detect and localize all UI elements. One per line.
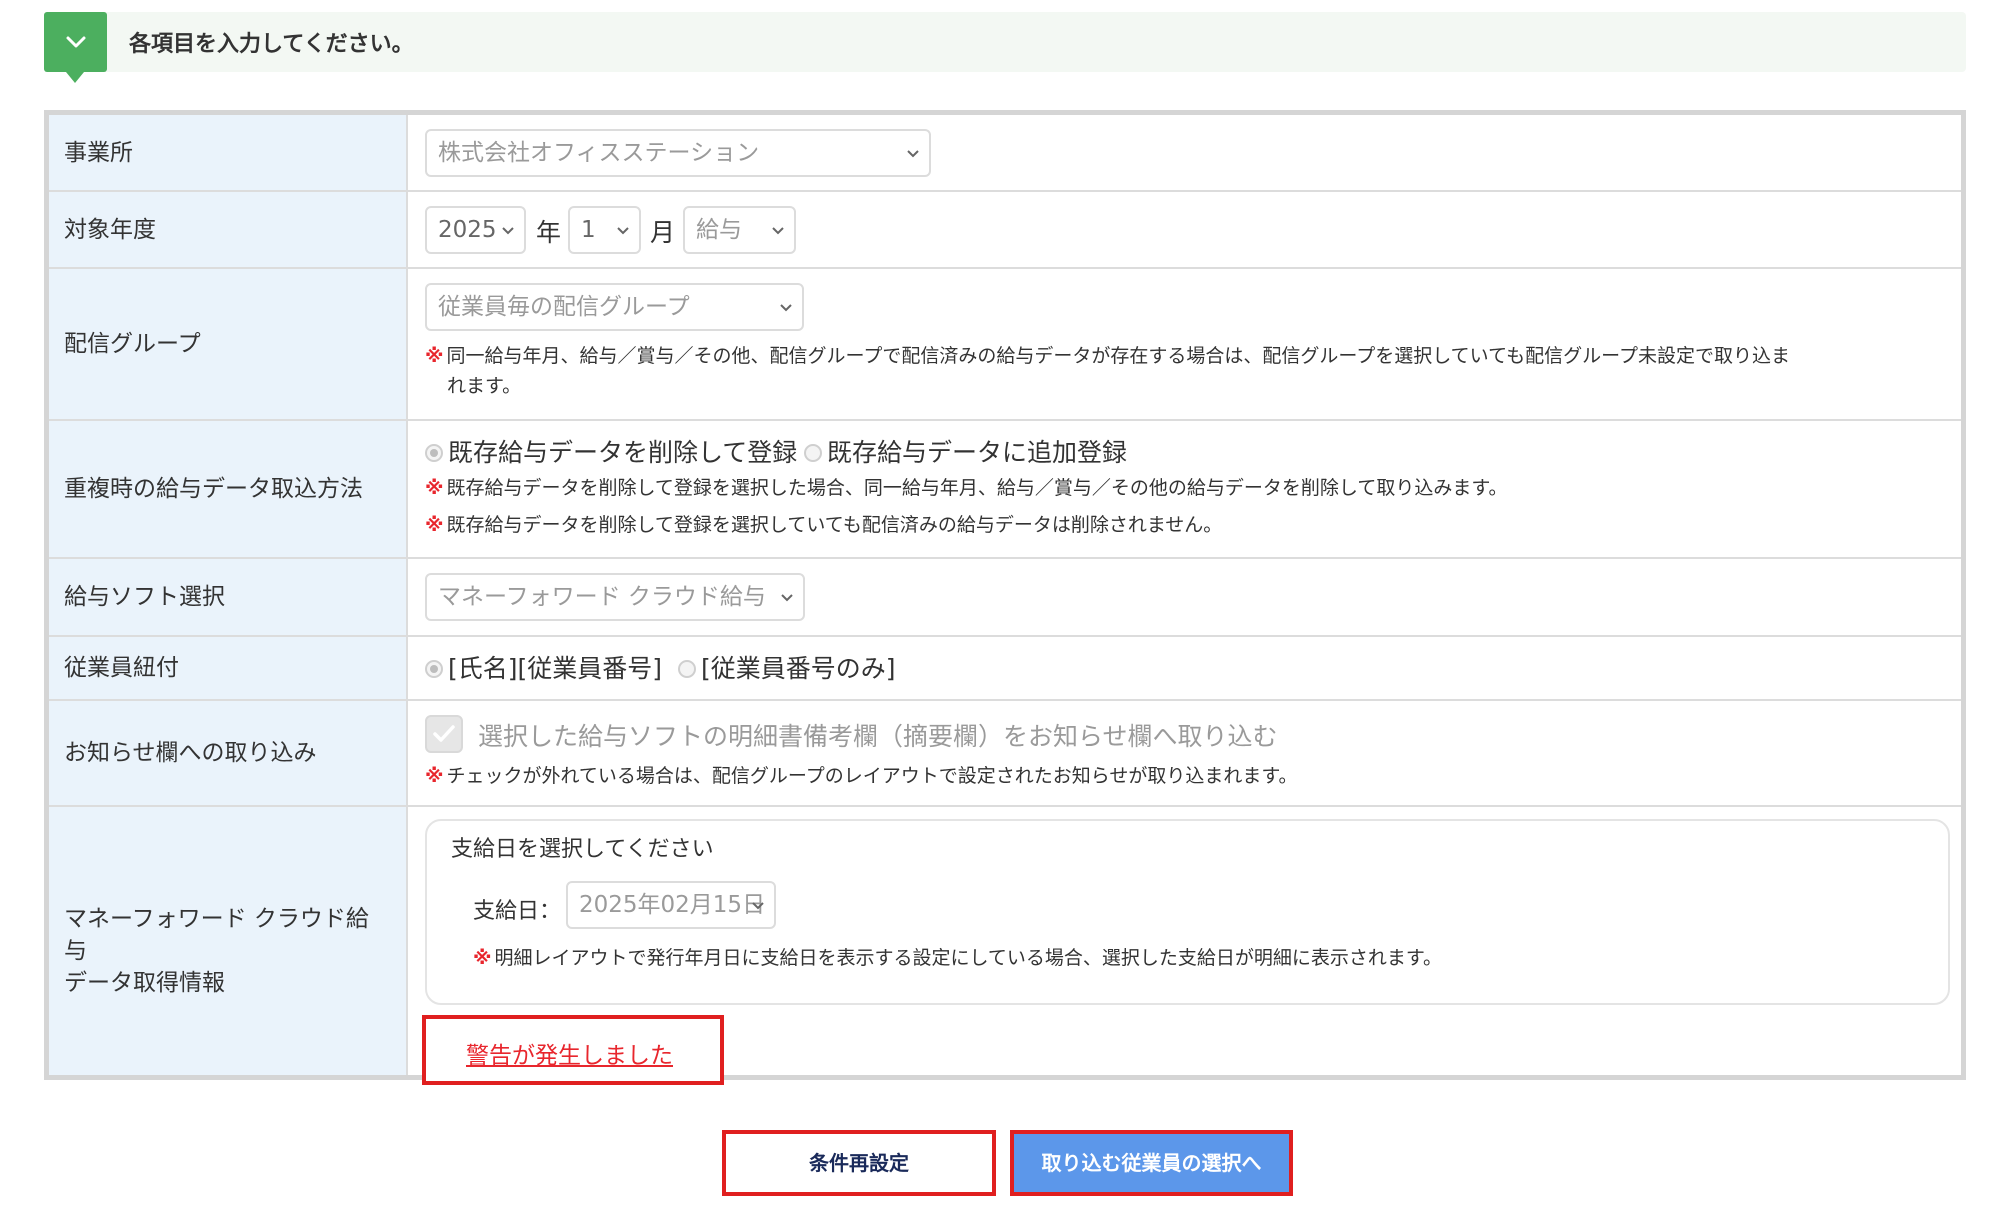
payday-note-text: 明細レイアウトで発行年月日に支給日を表示する設定にしている場合、選択した支給日が…: [494, 947, 1443, 969]
payday-panel: 支給日を選択してください 支給日： 2025年02月15日 ※ 明細レイアウトで発…: [425, 819, 1950, 1005]
notice-import-checkbox[interactable]: [425, 715, 463, 753]
duplicate-method-note-2: ※ 既存給与データを削除して登録を選択していても配信済みの給与データは削除されませ…: [425, 510, 1222, 540]
year-unit: 年: [536, 218, 562, 247]
delivery-group-note-cont: れます。: [447, 375, 522, 397]
chevron-down-icon: [617, 227, 629, 235]
payday-select[interactable]: 2025年02月15日: [566, 881, 776, 929]
checkmark-icon: [433, 725, 455, 742]
payday-label: 支給日：: [473, 899, 562, 924]
instruction-banner: 各項目を入力してください。: [44, 12, 1966, 83]
office-select-value: 株式会社オフィスステーション: [438, 140, 760, 166]
chevron-down-icon: [780, 304, 792, 312]
duplicate-method-note-1-text: 既存給与データを削除して登録を選択した場合、同一給与年月、給与／賞与／その他の給…: [446, 477, 1508, 499]
mf-label-line2: 与: [64, 938, 87, 964]
payday-note: ※ 明細レイアウトで発行年月日に支給日を表示する設定にしている場合、選択した支給日…: [473, 943, 1442, 973]
mf-data-info-cell: 支給日を選択してください 支給日： 2025年02月15日 ※ 明細レイアウトで発…: [410, 807, 1961, 1085]
row-notice-import: お知らせ欄への取り込み 選択した給与ソフトの明細書備考欄（摘要欄）をお知らせ欄へ…: [49, 701, 1961, 807]
note-mark: ※: [425, 477, 444, 499]
chevron-down-icon: [752, 902, 764, 910]
row-delivery-group: 配信グループ 従業員毎の配信グループ ※ 同一給与年月、給与／賞与／その他、配信グ…: [49, 269, 1961, 421]
note-mark: ※: [425, 345, 444, 367]
warning-highlight: 警告が発生しました: [422, 1015, 724, 1085]
radio-delete-and-register[interactable]: [425, 444, 443, 462]
mf-label-line3: データ取得情報: [64, 970, 225, 996]
target-period-label: 対象年度: [49, 192, 408, 267]
chevron-down-icon: [781, 594, 793, 602]
payroll-software-cell: マネーフォワード クラウド給与: [410, 559, 1961, 635]
payroll-software-label: 給与ソフト選択: [49, 559, 408, 635]
office-cell: 株式会社オフィスステーション: [410, 115, 1961, 190]
duplicate-method-cell: 既存給与データを削除して登録 既存給与データに追加登録 ※ 既存給与データを削除し…: [410, 421, 1961, 557]
radio-name-and-number[interactable]: [425, 660, 443, 678]
delivery-group-note-line1: 同一給与年月、給与／賞与／その他、配信グループで配信済みの給与データが存在する場…: [446, 345, 1790, 367]
delivery-group-label: 配信グループ: [49, 269, 408, 419]
radio-name-and-number-label[interactable]: [氏名][従業員番号]: [448, 649, 662, 685]
payroll-software-select[interactable]: マネーフォワード クラウド給与: [425, 573, 805, 621]
month-unit: 月: [650, 218, 676, 247]
banner-pointer: [66, 72, 84, 83]
select-employees-button[interactable]: 取り込む従業員の選択へ: [1010, 1130, 1293, 1196]
month-select-value: 1: [581, 217, 596, 243]
note-mark: ※: [425, 765, 444, 787]
note-mark: ※: [473, 947, 492, 969]
payroll-software-select-value: マネーフォワード クラウド給与: [438, 584, 766, 610]
row-employee-link: 従業員紐付 [氏名][従業員番号] [従業員番号のみ]: [49, 637, 1961, 701]
radio-number-only-label[interactable]: [従業員番号のみ]: [701, 649, 896, 685]
instruction-text: 各項目を入力してください。: [129, 32, 414, 57]
office-label: 事業所: [49, 115, 408, 190]
delivery-group-cell: 従業員毎の配信グループ ※ 同一給与年月、給与／賞与／その他、配信グループで配信済…: [410, 269, 1961, 419]
year-select-value: 2025: [438, 217, 497, 243]
row-duplicate-method: 重複時の給与データ取込方法 既存給与データを削除して登録 既存給与データに追加登…: [49, 421, 1961, 559]
row-target-period: 対象年度 2025 年 1 月 給与: [49, 192, 1961, 269]
import-settings-form: 事業所 株式会社オフィスステーション 対象年度 2025 年 1 月 給与 配信…: [44, 110, 1966, 1085]
row-office: 事業所 株式会社オフィスステーション: [49, 115, 1961, 192]
employee-link-label: 従業員紐付: [49, 637, 408, 699]
employee-link-cell: [氏名][従業員番号] [従業員番号のみ]: [410, 637, 1961, 699]
chevron-down-icon: [502, 227, 514, 235]
collapse-toggle[interactable]: [44, 12, 107, 72]
delivery-group-note: ※ 同一給与年月、給与／賞与／その他、配信グループで配信済みの給与データが存在する…: [425, 341, 1790, 371]
month-select[interactable]: 1: [568, 206, 641, 254]
notice-import-label: お知らせ欄への取り込み: [49, 701, 408, 805]
office-select[interactable]: 株式会社オフィスステーション: [425, 129, 931, 177]
duplicate-method-note-2-text: 既存給与データを削除して登録を選択していても配信済みの給与データは削除されません…: [446, 514, 1223, 536]
pay-type-select[interactable]: 給与: [683, 206, 796, 254]
row-mf-data-info: マネーフォワード クラウド給 与 データ取得情報 支給日を選択してください 支給…: [49, 807, 1961, 1085]
notice-import-note-text: チェックが外れている場合は、配信グループのレイアウトで設定されたお知らせが取り込…: [446, 765, 1298, 787]
chevron-down-icon: [66, 36, 86, 48]
delivery-group-select-value: 従業員毎の配信グループ: [438, 294, 690, 320]
payday-select-value: 2025年02月15日: [579, 892, 766, 918]
radio-number-only[interactable]: [678, 660, 696, 678]
warning-link[interactable]: 警告が発生しました: [466, 1036, 673, 1070]
duplicate-method-note-1: ※ 既存給与データを削除して登録を選択した場合、同一給与年月、給与／賞与／その他の…: [425, 473, 1507, 503]
radio-append-register-label[interactable]: 既存給与データに追加登録: [827, 433, 1127, 469]
notice-import-cell: 選択した給与ソフトの明細書備考欄（摘要欄）をお知らせ欄へ取り込む ※ チェックが外…: [410, 701, 1961, 805]
pay-type-select-value: 給与: [696, 217, 742, 243]
radio-delete-and-register-label[interactable]: 既存給与データを削除して登録: [448, 433, 797, 469]
reset-conditions-button[interactable]: 条件再設定: [722, 1130, 996, 1196]
delivery-group-select[interactable]: 従業員毎の配信グループ: [425, 283, 804, 331]
chevron-down-icon: [772, 227, 784, 235]
target-period-cell: 2025 年 1 月 給与: [410, 192, 1961, 267]
mf-label-line1: マネーフォワード クラウド給: [64, 906, 369, 932]
note-mark: ※: [425, 514, 444, 536]
year-select[interactable]: 2025: [425, 206, 526, 254]
duplicate-method-label: 重複時の給与データ取込方法: [49, 421, 408, 557]
notice-import-note: ※ チェックが外れている場合は、配信グループのレイアウトで設定されたお知らせが取り…: [425, 761, 1298, 791]
chevron-down-icon: [907, 150, 919, 158]
radio-append-register[interactable]: [804, 444, 822, 462]
row-payroll-software: 給与ソフト選択 マネーフォワード クラウド給与: [49, 559, 1961, 637]
payday-panel-heading: 支給日を選択してください: [451, 837, 714, 862]
mf-data-info-label: マネーフォワード クラウド給 与 データ取得情報: [49, 807, 408, 1075]
notice-import-checkbox-label[interactable]: 選択した給与ソフトの明細書備考欄（摘要欄）をお知らせ欄へ取り込む: [478, 717, 1278, 753]
